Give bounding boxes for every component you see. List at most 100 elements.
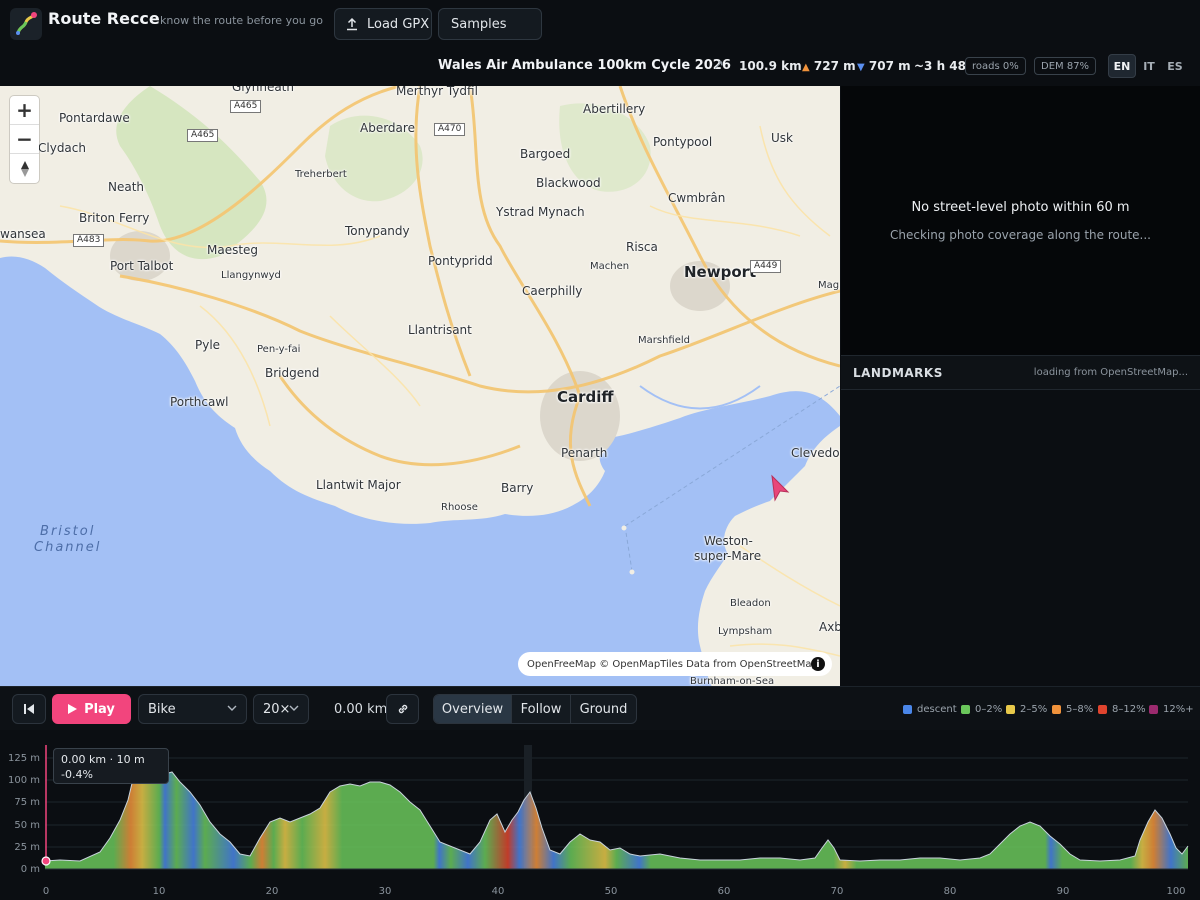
- legend-label: 5–8%: [1066, 703, 1094, 715]
- legend-swatch: [903, 704, 912, 714]
- map-label-clevedon: Clevedo: [791, 446, 840, 460]
- zoom-in-button[interactable]: +: [10, 96, 39, 125]
- map-attribution: OpenFreeMap © OpenMapTiles Data from Ope…: [518, 652, 832, 676]
- tooltip-distance-elevation: 0.00 km · 10 m: [61, 753, 145, 766]
- x-tick: 20: [266, 886, 279, 897]
- legend-swatch: [1149, 704, 1158, 714]
- top-bar: Route Recce know the route before you go…: [0, 0, 1200, 48]
- map-label-llantrisant: Llantrisant: [408, 323, 472, 337]
- water-label-line1: Bristol: [40, 524, 96, 539]
- chevron-down-icon: [227, 705, 237, 711]
- ascent-icon: ▲: [802, 62, 810, 73]
- map-label-pontardawe: Pontardawe: [59, 111, 130, 125]
- map-label-weston-1: Weston-: [704, 534, 753, 548]
- water-label-line2: Channel: [34, 540, 102, 555]
- map-label-burnham: Burnham-on-Sea: [690, 676, 775, 686]
- route-name: Wales Air Ambulance 100km Cycle 2026: [438, 58, 731, 73]
- x-tick: 70: [831, 886, 844, 897]
- legend-0-2: 0–2%: [961, 703, 1002, 715]
- view-follow[interactable]: Follow: [512, 695, 571, 723]
- map-label-weston-2: super-Mare: [694, 549, 762, 563]
- legend-swatch: [1006, 704, 1015, 714]
- map-label-bleadon: Bleadon: [730, 598, 771, 609]
- mode-select[interactable]: Bike: [138, 694, 247, 724]
- map-label-clydach: Clydach: [38, 141, 86, 155]
- x-tick: 30: [379, 886, 392, 897]
- legend-label: 8–12%: [1112, 703, 1146, 715]
- x-tick: 90: [1057, 886, 1070, 897]
- elevation-profile[interactable]: 125 m 100 m 75 m 50 m 25 m 0 m 0 10 20 3…: [0, 730, 1200, 900]
- map-label-penyfai: Pen-y-fai: [257, 344, 301, 355]
- compass-button[interactable]: [10, 154, 39, 183]
- app-tagline: know the route before you go: [160, 14, 323, 27]
- legend-label: 12%+: [1163, 703, 1194, 715]
- legend-label: descent: [917, 703, 957, 715]
- map-label-penarth: Penarth: [561, 446, 608, 460]
- current-distance: 0.00 km: [334, 702, 388, 717]
- load-gpx-button[interactable]: Load GPX: [334, 8, 432, 40]
- map-label-portalbot: Port Talbot: [110, 259, 174, 273]
- logo-icon: [16, 12, 37, 35]
- map-zoom-controls: + −: [10, 96, 39, 183]
- map-label-llantwit: Llantwit Major: [316, 478, 401, 492]
- view-ground[interactable]: Ground: [571, 695, 636, 723]
- map-label-tonypandy: Tonypandy: [345, 224, 410, 238]
- map-label-risca: Risca: [626, 240, 658, 254]
- route-ascent: ▲ 727 m: [802, 59, 856, 73]
- map-label-marshfield: Marshfield: [638, 335, 690, 346]
- samples-button[interactable]: Samples: [438, 8, 542, 40]
- zoom-out-button[interactable]: −: [10, 125, 39, 154]
- route-duration: ~3 h 48: [914, 59, 967, 73]
- map-label-newport: Newport: [684, 263, 757, 281]
- photo-checking-message: Checking photo coverage along the route.…: [890, 228, 1151, 242]
- y-tick: 0 m: [21, 864, 40, 875]
- x-tick: 40: [492, 886, 505, 897]
- y-tick: 50 m: [14, 820, 40, 831]
- map-label-pontypool: Pontypool: [653, 135, 713, 149]
- lang-it[interactable]: IT: [1136, 54, 1162, 78]
- map-label-lympsham: Lympsham: [718, 626, 773, 637]
- legend-swatch: [961, 704, 970, 714]
- landmarks-title: LANDMARKS: [853, 366, 943, 380]
- map-label-bristol-channel: Bristol Channel: [34, 524, 101, 556]
- lang-en[interactable]: EN: [1108, 54, 1136, 78]
- road-shield-a465-west: A465: [187, 129, 219, 142]
- map-label-usk: Usk: [771, 131, 793, 145]
- lang-es[interactable]: ES: [1162, 54, 1188, 78]
- share-link-button[interactable]: [386, 694, 419, 724]
- dem-badge: DEM 87%: [1034, 57, 1097, 75]
- route-map[interactable]: Glynneath Merthyr Tydfil Abertillery Pon…: [0, 86, 840, 686]
- road-shield-a483: A483: [73, 234, 105, 247]
- map-label-magor: Mag: [818, 280, 840, 291]
- map-label-neath: Neath: [108, 180, 145, 194]
- landmarks-status: loading from OpenStreetMap...: [1033, 367, 1188, 378]
- map-label-bargoed: Bargoed: [520, 147, 571, 161]
- play-button[interactable]: Play: [52, 694, 131, 724]
- landmarks-list: [841, 390, 1200, 686]
- x-tick: 60: [718, 886, 731, 897]
- speed-select[interactable]: 20×: [253, 694, 309, 724]
- landmarks-header: LANDMARKS loading from OpenStreetMap...: [841, 355, 1200, 390]
- y-tick: 100 m: [8, 775, 40, 786]
- position-marker: [41, 856, 51, 866]
- legend-8-12: 8–12%: [1098, 703, 1146, 715]
- map-label-treherbert: Treherbert: [295, 169, 347, 180]
- map-label-abertillery: Abertillery: [583, 102, 646, 116]
- upload-icon: [347, 17, 357, 31]
- info-icon[interactable]: i: [811, 657, 825, 671]
- route-distance: 100.9 km: [739, 59, 802, 73]
- external-link-icon[interactable]: ↗: [713, 58, 726, 73]
- rewind-button[interactable]: [12, 694, 46, 724]
- play-label: Play: [84, 701, 115, 717]
- app-name: Route Recce: [48, 9, 160, 28]
- descent-icon: ▼: [857, 62, 865, 73]
- map-label-ystradmynach: Ystrad Mynach: [496, 205, 585, 219]
- view-overview[interactable]: Overview: [434, 695, 512, 723]
- map-label-merthyr: Merthyr Tydfil: [396, 86, 478, 98]
- map-label-pontypridd: Pontypridd: [428, 254, 493, 268]
- legend-swatch: [1052, 704, 1061, 714]
- route-position-arrow-icon: [771, 474, 790, 502]
- samples-label: Samples: [451, 16, 507, 32]
- legend-12-plus: 12%+: [1149, 703, 1194, 715]
- legend-label: 2–5%: [1020, 703, 1048, 715]
